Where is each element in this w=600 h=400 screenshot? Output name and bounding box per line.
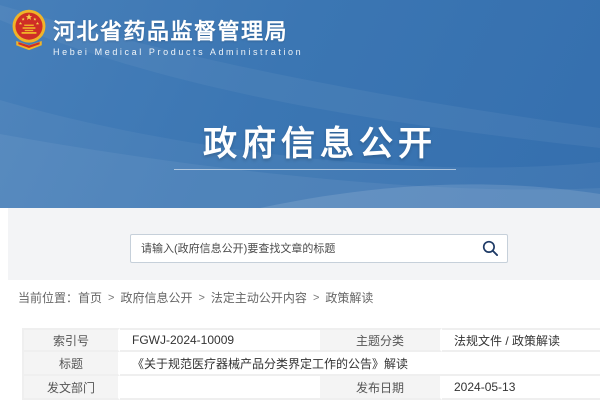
breadcrumb-separator: > bbox=[198, 292, 204, 304]
document-info-table: 索引号 FGWJ-2024-10009 主题分类 法规文件 / 政策解读 标题 … bbox=[22, 328, 600, 400]
breadcrumb-label: 当前位置： bbox=[18, 289, 78, 306]
search-section bbox=[8, 208, 600, 280]
breadcrumb-item-gov-info[interactable]: 政府信息公开 bbox=[120, 289, 192, 306]
index-number-value: FGWJ-2024-10009 bbox=[120, 328, 320, 352]
publish-date-label: 发布日期 bbox=[320, 376, 442, 400]
search-icon bbox=[481, 239, 500, 258]
site-logo-home-link[interactable]: 河北省药品监督管理局 Hebei Medical Products Admini… bbox=[12, 8, 303, 57]
search-box bbox=[130, 234, 508, 263]
title-label: 标题 bbox=[24, 352, 120, 376]
issuing-department-value bbox=[120, 376, 320, 400]
agency-name-en: Hebei Medical Products Administration bbox=[53, 47, 303, 57]
publish-date-value: 2024-05-13 bbox=[442, 376, 600, 400]
topic-category-value: 法规文件 / 政策解读 bbox=[442, 328, 600, 352]
topic-category-label: 主题分类 bbox=[320, 328, 442, 352]
table-row: 发文部门 发布日期 2024-05-13 bbox=[24, 376, 600, 400]
title-value: 《关于规范医疗器械产品分类界定工作的公告》解读 bbox=[120, 352, 600, 376]
breadcrumb-item-home[interactable]: 首页 bbox=[78, 289, 102, 306]
breadcrumb: 当前位置： 首页 > 政府信息公开 > 法定主动公开内容 > 政策解读 bbox=[18, 289, 373, 306]
page: 河北省药品监督管理局 Hebei Medical Products Admini… bbox=[0, 0, 600, 400]
breadcrumb-item-statutory-disclosure[interactable]: 法定主动公开内容 bbox=[211, 289, 307, 306]
banner-title-underline bbox=[174, 169, 456, 170]
national-emblem-icon bbox=[12, 8, 46, 56]
banner-page-title: 政府信息公开 bbox=[40, 116, 600, 165]
breadcrumb-separator: > bbox=[108, 292, 114, 304]
table-row: 索引号 FGWJ-2024-10009 主题分类 法规文件 / 政策解读 bbox=[24, 328, 600, 352]
brand-text: 河北省药品监督管理局 Hebei Medical Products Admini… bbox=[53, 20, 303, 57]
index-number-label: 索引号 bbox=[24, 328, 120, 352]
search-button[interactable] bbox=[473, 235, 507, 262]
breadcrumb-item-policy-interpretation[interactable]: 政策解读 bbox=[325, 289, 373, 306]
issuing-department-label: 发文部门 bbox=[24, 376, 120, 400]
breadcrumb-separator: > bbox=[313, 292, 319, 304]
table-row: 标题 《关于规范医疗器械产品分类界定工作的公告》解读 bbox=[24, 352, 600, 376]
search-input[interactable] bbox=[131, 235, 473, 262]
agency-name-cn: 河北省药品监督管理局 bbox=[53, 20, 303, 43]
banner: 河北省药品监督管理局 Hebei Medical Products Admini… bbox=[0, 0, 600, 208]
